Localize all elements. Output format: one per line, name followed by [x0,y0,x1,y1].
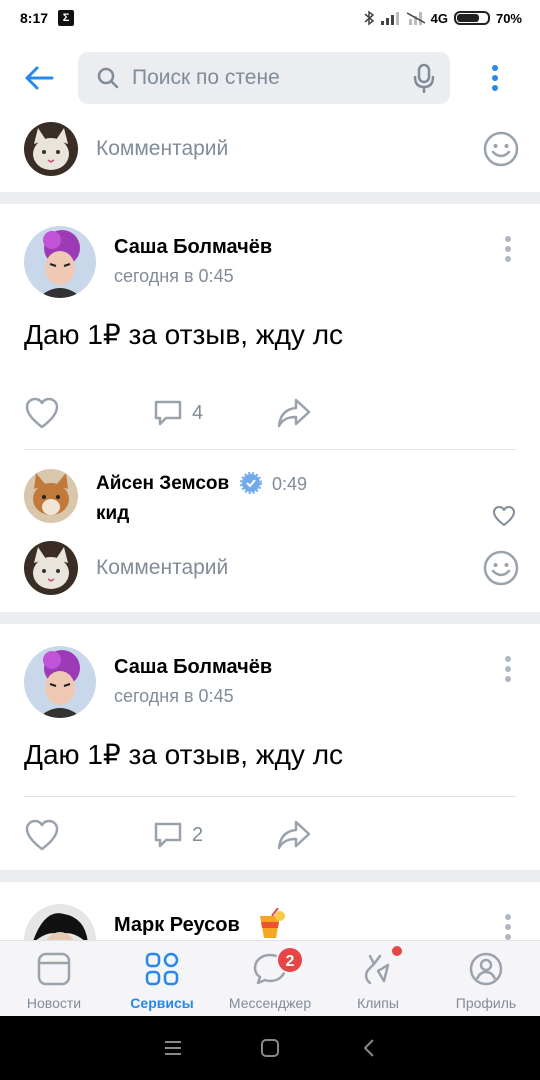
comments-count: 4 [192,401,204,424]
clips-icon [364,954,390,985]
tab-label: Клипы [357,995,399,1011]
menu-icon[interactable] [164,1040,182,1056]
tab-clips[interactable]: Клипы [324,941,432,1017]
comment-author[interactable]: Айсен Земсов [96,473,229,495]
post-actions: 2 [0,816,540,856]
search-input[interactable]: Поиск по стене [78,52,450,104]
tab-services[interactable]: Сервисы [108,941,216,1017]
verified-badge-icon [240,472,262,494]
services-grid-icon [145,952,179,986]
cocktail-emoji-icon [260,908,285,938]
avatar[interactable] [24,646,96,718]
system-nav-bar [0,1016,540,1080]
heart-icon[interactable] [24,396,60,430]
comment-placeholder: Комментарий [96,137,229,160]
emoji-smile-icon[interactable] [483,131,519,167]
news-icon [37,952,71,986]
post-card: Марк Реусов [0,882,540,942]
bottom-tab-bar: Новости Сервисы Мессенджер 2 Клипы Профи… [0,940,540,1016]
status-time: 8:17 [20,10,49,26]
signal-2-icon [406,12,425,25]
post-author[interactable]: Саша Болмачёв [114,236,272,259]
battery-percent: 70% [495,10,522,26]
profile-icon [469,952,503,986]
more-vertical-icon[interactable] [498,654,518,684]
comment-item: Айсен Земсов 0:49 кид [0,469,540,529]
share-icon[interactable] [276,396,312,430]
more-menu-button[interactable] [450,36,540,120]
post-time: сегодня в 0:45 [114,686,234,706]
home-icon[interactable] [260,1038,280,1058]
divider [24,449,516,450]
back-button[interactable] [0,36,78,120]
comments-count: 2 [192,823,204,846]
post-text: Даю 1₽ за отзыв, жду лс [24,319,344,350]
microphone-icon[interactable] [412,63,436,93]
status-bar: 8:17 Σ 4G 70% [0,0,540,36]
comment-placeholder: Комментарий [96,556,229,579]
top-header: Поиск по стене [0,36,540,120]
screen: 8:17 Σ 4G 70% Поиск по стене Комментарий… [0,0,540,1080]
avatar [24,122,78,176]
post-author[interactable]: Марк Реусов [114,914,240,937]
avatar [24,541,78,595]
divider [24,796,516,797]
comment-text: кид [96,503,130,524]
comment-time: 0:49 [272,474,308,494]
post-header: Саша Болмачёв сегодня в 0:45 [0,646,540,726]
post-card: Саша Болмачёв сегодня в 0:45 Даю 1₽ за о… [0,204,540,612]
emoji-smile-icon[interactable] [483,550,519,586]
tab-profile[interactable]: Профиль [432,941,540,1017]
post-header: Саша Болмачёв сегодня в 0:45 [0,226,540,306]
arrow-left-icon [25,66,54,90]
share-icon[interactable] [276,818,312,852]
avatar[interactable] [24,226,96,298]
comment-icon [154,822,182,848]
bluetooth-icon [364,10,374,26]
more-vertical-icon[interactable] [498,234,518,264]
tab-label: Профиль [455,995,517,1011]
comment-input[interactable]: Комментарий [0,533,540,603]
post-text: Даю 1₽ за отзыв, жду лс [24,739,344,770]
avatar[interactable] [24,469,78,523]
heart-icon[interactable] [492,505,516,527]
comments-button[interactable]: 4 [152,396,232,430]
post-author[interactable]: Саша Болмачёв [114,656,272,679]
comments-button[interactable]: 2 [152,818,232,852]
avatar[interactable] [24,904,96,942]
tab-label: Мессенджер [228,995,312,1011]
comment-input[interactable]: Комментарий [0,114,540,184]
tab-label: Новости [26,995,82,1011]
battery-icon [453,11,490,25]
search-placeholder: Поиск по стене [132,66,280,89]
unread-badge: 2 [276,946,304,974]
tab-label: Сервисы [130,995,194,1011]
post-actions: 4 [0,394,540,434]
signal-icon [380,12,399,25]
back-icon[interactable] [362,1038,376,1058]
heart-icon[interactable] [24,818,60,852]
more-vertical-icon [492,65,498,91]
tab-messenger[interactable]: Мессенджер [216,941,324,1017]
post-card-previous: Комментарий [0,120,540,192]
sigma-icon: Σ [58,10,75,26]
search-icon [97,67,119,89]
post-card: Саша Болмачёв сегодня в 0:45 Даю 1₽ за о… [0,624,540,870]
tab-news[interactable]: Новости [0,941,108,1017]
more-vertical-icon[interactable] [498,912,518,942]
post-time: сегодня в 0:45 [114,266,234,286]
network-type: 4G [430,10,448,26]
comment-icon [154,400,182,426]
new-content-dot [392,946,402,956]
